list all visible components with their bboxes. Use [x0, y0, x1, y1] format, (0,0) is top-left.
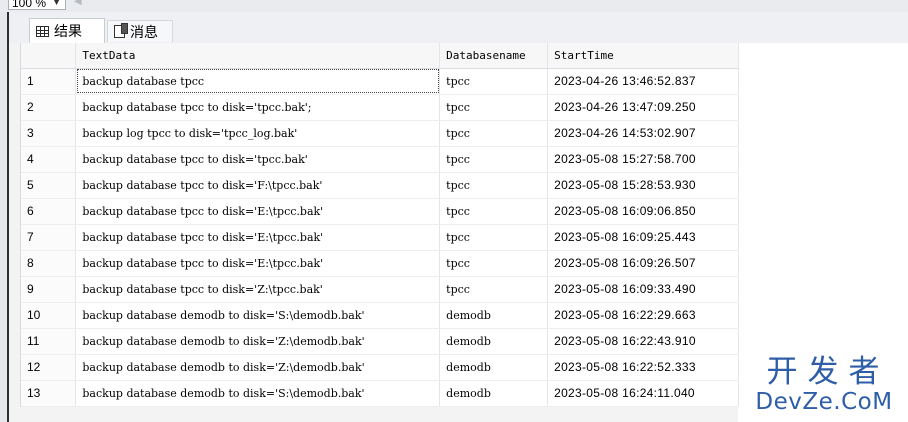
result-tabstrip: 结果 消息 [9, 12, 908, 43]
message-icon [114, 23, 128, 38]
cell-starttime[interactable]: 2023-05-08 16:09:33.490 [547, 276, 739, 303]
table-row[interactable]: 8 backup database tpcc to disk='E:\tpcc.… [21, 250, 739, 277]
tab-messages-label: 消息 [130, 24, 158, 41]
table-row[interactable]: 2 backup database tpcc to disk='tpcc.bak… [21, 94, 739, 121]
row-number[interactable]: 11 [21, 328, 77, 355]
zoom-value: 100 % [12, 0, 47, 10]
cell-databasename[interactable]: tpcc [439, 68, 549, 95]
table-row[interactable]: 3 backup log tpcc to disk='tpcc_log.bak'… [21, 120, 739, 147]
cell-starttime[interactable]: 2023-05-08 16:22:43.910 [547, 328, 739, 355]
chevron-down-icon: ▼ [52, 0, 61, 7]
row-number[interactable]: 6 [21, 198, 77, 225]
table-row[interactable]: 12 backup database demodb to disk='Z:\de… [21, 354, 739, 381]
cell-textdata[interactable]: backup log tpcc to disk='tpcc_log.bak' [75, 120, 441, 147]
grid-icon [36, 25, 49, 37]
row-number[interactable]: 12 [21, 354, 77, 381]
table-row[interactable]: 11 backup database demodb to disk='Z:\de… [21, 328, 739, 355]
cell-starttime[interactable]: 2023-04-26 14:53:02.907 [547, 120, 739, 147]
grid-header-row: TextData Databasename StartTime [21, 43, 739, 69]
table-row[interactable]: 6 backup database tpcc to disk='E:\tpcc.… [21, 198, 739, 225]
cell-starttime[interactable]: 2023-05-08 16:22:52.333 [547, 354, 739, 381]
cell-databasename[interactable]: tpcc [439, 120, 549, 147]
cell-starttime[interactable]: 2023-05-08 15:27:58.700 [547, 146, 739, 173]
cell-starttime[interactable]: 2023-05-08 16:09:25.443 [547, 224, 739, 251]
cell-textdata[interactable]: backup database tpcc to disk='tpcc.bak' [75, 146, 441, 173]
results-grid: TextData Databasename StartTime 1 backup… [20, 43, 739, 407]
zoom-select[interactable]: 100 % ▼ [8, 0, 66, 10]
table-row[interactable]: 1 backup database tpcc tpcc 2023-04-26 1… [21, 68, 739, 95]
cell-databasename[interactable]: tpcc [439, 146, 549, 173]
cell-databasename[interactable]: tpcc [439, 224, 549, 251]
column-header-databasename[interactable]: Databasename [439, 43, 549, 69]
tab-results-label: 结果 [54, 24, 82, 40]
row-number[interactable]: 13 [21, 380, 77, 407]
cell-databasename[interactable]: demodb [439, 380, 549, 407]
cell-textdata[interactable]: backup database tpcc to disk='E:\tpcc.ba… [75, 250, 441, 277]
row-number[interactable]: 2 [21, 94, 77, 121]
cell-starttime[interactable]: 2023-05-08 16:09:26.507 [547, 250, 739, 277]
row-number[interactable]: 4 [21, 146, 77, 173]
table-row[interactable]: 13 backup database demodb to disk='S:\de… [21, 380, 739, 407]
cell-textdata[interactable]: backup database demodb to disk='S:\demod… [75, 380, 441, 407]
cell-textdata[interactable]: backup database tpcc to disk='E:\tpcc.ba… [75, 224, 441, 251]
cell-starttime[interactable]: 2023-04-26 13:47:09.250 [547, 94, 739, 121]
table-row[interactable]: 4 backup database tpcc to disk='tpcc.bak… [21, 146, 739, 173]
row-number[interactable]: 9 [21, 276, 77, 303]
window-left-edge [0, 12, 9, 422]
row-number[interactable]: 1 [21, 68, 77, 95]
cell-databasename[interactable]: demodb [439, 328, 549, 355]
cell-databasename[interactable]: demodb [439, 302, 549, 329]
tab-messages[interactable]: 消息 [107, 20, 173, 42]
cell-textdata[interactable]: backup database tpcc to disk='F:\tpcc.ba… [75, 172, 441, 199]
row-number[interactable]: 10 [21, 302, 77, 329]
splitter-line [7, 12, 9, 422]
watermark-en-text: DevZe.CoM [755, 389, 893, 415]
cell-databasename[interactable]: tpcc [439, 250, 549, 277]
cell-starttime[interactable]: 2023-05-08 16:09:06.850 [547, 198, 739, 225]
row-number[interactable]: 5 [21, 172, 77, 199]
cell-textdata[interactable]: backup database tpcc to disk='Z:\tpcc.ba… [75, 276, 441, 303]
cell-starttime[interactable]: 2023-05-08 16:22:29.663 [547, 302, 739, 329]
tab-results[interactable]: 结果 [29, 18, 105, 43]
cell-textdata[interactable]: backup database demodb to disk='Z:\demod… [75, 354, 441, 381]
column-header-starttime[interactable]: StartTime [547, 43, 739, 69]
cell-starttime[interactable]: 2023-05-08 15:28:53.930 [547, 172, 739, 199]
row-number[interactable]: 3 [21, 120, 77, 147]
cell-databasename[interactable]: tpcc [439, 94, 549, 121]
cell-textdata[interactable]: backup database demodb to disk='Z:\demod… [75, 328, 441, 355]
cell-textdata[interactable]: backup database demodb to disk='S:\demod… [75, 302, 441, 329]
cell-databasename[interactable]: tpcc [439, 198, 549, 225]
cell-databasename[interactable]: tpcc [439, 276, 549, 303]
cell-textdata[interactable]: backup database tpcc [75, 68, 441, 95]
cell-starttime[interactable]: 2023-04-26 13:46:52.837 [547, 68, 739, 95]
watermark-cn-text: 开发者 [766, 354, 890, 390]
watermark-logo: 开发者 DevZe.CoM [748, 356, 900, 416]
table-row[interactable]: 10 backup database demodb to disk='S:\de… [21, 302, 739, 329]
column-header-textdata[interactable]: TextData [75, 43, 441, 69]
cell-databasename[interactable]: tpcc [439, 172, 549, 199]
table-row[interactable]: 7 backup database tpcc to disk='E:\tpcc.… [21, 224, 739, 251]
scroll-left-icon[interactable]: ◀ [74, 0, 82, 7]
cell-textdata[interactable]: backup database tpcc to disk='E:\tpcc.ba… [75, 198, 441, 225]
row-number[interactable]: 8 [21, 250, 77, 277]
cell-textdata[interactable]: backup database tpcc to disk='tpcc.bak'; [75, 94, 441, 121]
cell-starttime[interactable]: 2023-05-08 16:24:11.040 [547, 380, 739, 407]
table-row[interactable]: 9 backup database tpcc to disk='Z:\tpcc.… [21, 276, 739, 303]
table-row[interactable]: 5 backup database tpcc to disk='F:\tpcc.… [21, 172, 739, 199]
row-number-header[interactable] [21, 43, 77, 69]
row-number[interactable]: 7 [21, 224, 77, 251]
cell-databasename[interactable]: demodb [439, 354, 549, 381]
